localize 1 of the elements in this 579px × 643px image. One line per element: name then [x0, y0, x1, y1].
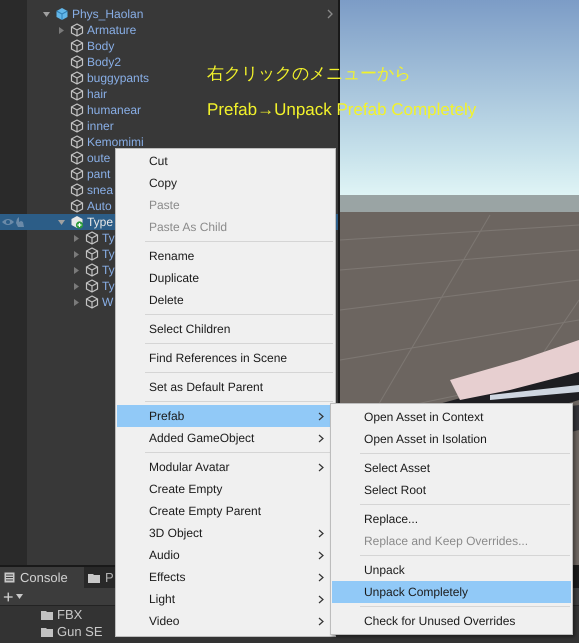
row-label: Type	[87, 216, 114, 228]
